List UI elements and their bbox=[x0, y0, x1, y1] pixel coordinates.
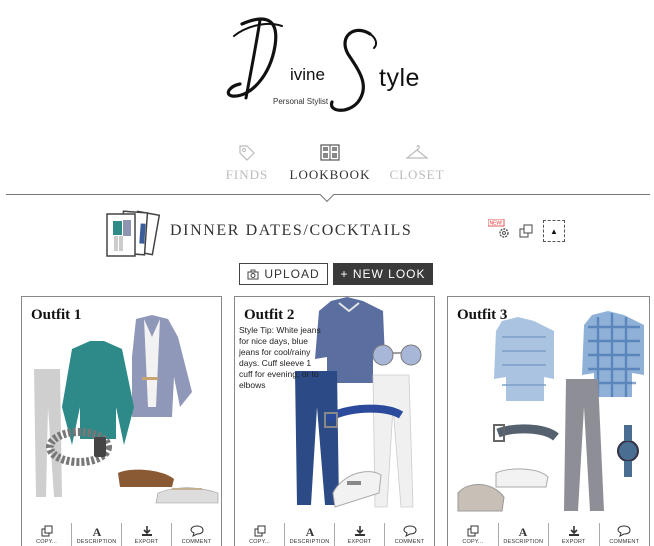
copy-label: COPY... bbox=[249, 539, 270, 545]
comment-label: COMMENT bbox=[181, 539, 212, 545]
description-label: DESCRIPTION bbox=[76, 539, 117, 545]
nav-label-lookbook: LOOKBOOK bbox=[289, 167, 371, 182]
lookbook-header: DINNER DATES/COCKTAILS NEW! ▲ bbox=[0, 205, 654, 261]
svg-text:A: A bbox=[305, 525, 314, 537]
outfit-title: Outfit 3 bbox=[457, 307, 508, 323]
outfit-3-collage bbox=[457, 311, 644, 512]
nav-tab-closet[interactable]: CLOSET bbox=[386, 143, 448, 183]
copy-icon bbox=[519, 224, 533, 238]
download-icon bbox=[568, 526, 579, 536]
outfit-toolbar: COPY... A DESCRIPTION EXPORT COMMENT bbox=[448, 523, 649, 546]
collapse-button[interactable]: ▲ bbox=[543, 220, 565, 242]
gear-icon: NEW! bbox=[487, 218, 509, 238]
outfit-toolbar: COPY... A DESCRIPTION EXPORT COMMENT bbox=[235, 523, 434, 546]
comment-bubble-icon bbox=[617, 525, 631, 537]
outfit-card-3[interactable]: Outfit 3 COPY... A DESCRIPTION EXPORT CO… bbox=[447, 296, 650, 546]
copy-button[interactable]: COPY... bbox=[235, 523, 285, 546]
upload-button[interactable]: UPLOAD bbox=[239, 263, 328, 285]
copy-button[interactable]: COPY... bbox=[22, 523, 72, 546]
download-icon bbox=[354, 526, 365, 536]
camera-icon bbox=[247, 269, 259, 279]
comment-button[interactable]: COMMENT bbox=[385, 523, 434, 546]
nav-label-closet: CLOSET bbox=[389, 167, 445, 182]
new-look-button[interactable]: + NEW LOOK bbox=[333, 263, 433, 285]
comment-button[interactable]: COMMENT bbox=[172, 523, 221, 546]
svg-text:A: A bbox=[92, 525, 101, 537]
export-button[interactable]: EXPORT bbox=[122, 523, 172, 546]
comment-label: COMMENT bbox=[394, 539, 425, 545]
copy-icon bbox=[41, 525, 52, 537]
logo-style-text: tyle bbox=[379, 64, 420, 92]
lookbook-cover-thumbnail[interactable] bbox=[104, 209, 160, 259]
outfit-1-collage bbox=[34, 315, 219, 504]
copy-label: COPY... bbox=[36, 539, 57, 545]
export-label: EXPORT bbox=[134, 539, 159, 545]
outfit-card-1[interactable]: Outfit 1 COPY... A DESCRIPTION EXPORT CO… bbox=[21, 296, 222, 546]
letter-a-icon: A bbox=[519, 525, 528, 537]
upload-label: UPLOAD bbox=[264, 267, 320, 281]
outfit-toolbar: COPY... A DESCRIPTION EXPORT COMMENT bbox=[22, 523, 221, 546]
description-button[interactable]: A DESCRIPTION bbox=[72, 523, 122, 546]
new-settings-button[interactable]: NEW! bbox=[487, 218, 512, 246]
tag-icon bbox=[239, 145, 255, 161]
copy-icon bbox=[254, 525, 265, 537]
export-button[interactable]: EXPORT bbox=[335, 523, 385, 546]
new-look-label: + NEW LOOK bbox=[340, 267, 426, 281]
export-label: EXPORT bbox=[561, 539, 586, 545]
nav-label-finds: FINDS bbox=[225, 167, 269, 182]
copy-label: COPY... bbox=[462, 539, 484, 545]
duplicate-lookbook-button[interactable] bbox=[519, 224, 533, 243]
triangle-up-icon: ▲ bbox=[550, 226, 558, 236]
lookbook-title: DINNER DATES/COCKTAILS bbox=[170, 222, 413, 239]
hanger-icon bbox=[405, 145, 429, 159]
nav-tab-lookbook[interactable]: LOOKBOOK bbox=[288, 143, 372, 183]
outfit-title: Outfit 1 bbox=[31, 307, 82, 323]
comment-label: COMMENT bbox=[609, 539, 640, 545]
copy-button[interactable]: COPY... bbox=[448, 523, 499, 546]
comment-bubble-icon bbox=[402, 525, 417, 537]
description-button[interactable]: A DESCRIPTION bbox=[499, 523, 549, 546]
new-badge-text: NEW! bbox=[489, 221, 502, 227]
letter-a-icon: A bbox=[305, 525, 314, 537]
export-label: EXPORT bbox=[347, 539, 372, 545]
export-button[interactable]: EXPORT bbox=[549, 523, 600, 546]
lookbook-icon bbox=[320, 144, 340, 161]
description-label: DESCRIPTION bbox=[289, 539, 330, 545]
logo-ivine-text: ivine bbox=[290, 65, 325, 84]
outfit-card-2[interactable]: Outfit 2 Style Tip: White jeans for nice… bbox=[234, 296, 435, 546]
nav-tab-finds[interactable]: FINDS bbox=[222, 143, 272, 183]
copy-icon bbox=[467, 525, 479, 537]
description-label: DESCRIPTION bbox=[503, 539, 544, 545]
comment-button[interactable]: COMMENT bbox=[600, 523, 650, 546]
letter-a-icon: A bbox=[92, 525, 101, 537]
comment-bubble-icon bbox=[189, 525, 204, 537]
logo-subtitle: Personal Stylist bbox=[273, 97, 329, 106]
style-tip: Style Tip: White jeans for nice days, bl… bbox=[239, 325, 321, 390]
outfit-title: Outfit 2 bbox=[244, 307, 295, 323]
download-icon bbox=[141, 526, 152, 536]
brand-logo: ivine tyle Personal Stylist bbox=[0, 0, 654, 140]
svg-text:A: A bbox=[519, 525, 528, 537]
description-button[interactable]: A DESCRIPTION bbox=[285, 523, 335, 546]
